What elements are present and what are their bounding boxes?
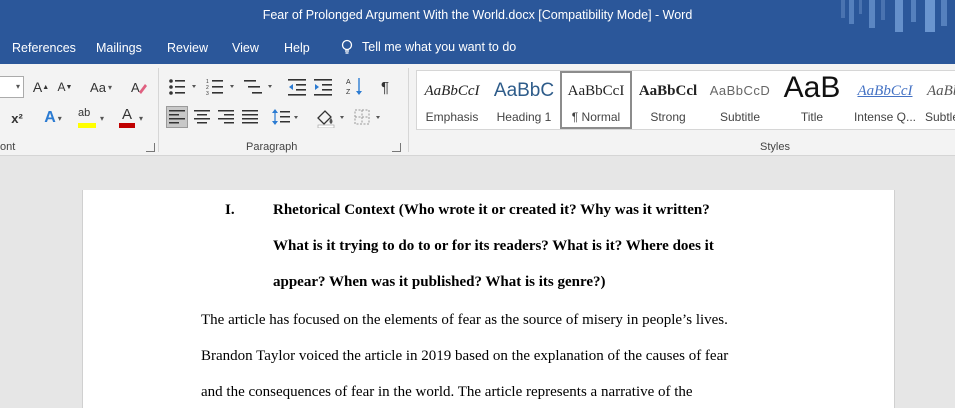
heading-number: I. [225,202,235,218]
increase-indent-button[interactable] [314,78,334,96]
svg-text:A: A [346,79,351,86]
highlighter-icon: ab [77,107,91,119]
align-left-button[interactable] [169,110,185,124]
svg-text:A: A [131,80,140,95]
styles-group-label: Styles [760,141,790,153]
heading-line: What is it trying to do to or for its re… [273,238,714,254]
group-separator [408,68,409,152]
font-color-button[interactable]: A ▾ [112,106,148,130]
font-size-dropdown[interactable]: ▾ [0,76,24,98]
shrink-font-button[interactable]: A ▼ [56,78,74,96]
title-bar-decoration [841,0,947,32]
style-strong[interactable]: AaBbCcl Strong [633,71,703,129]
style-subtitle[interactable]: AaBbCcD Subtitle [705,71,775,129]
change-case-button[interactable]: Aa ▾ [84,78,118,96]
chevron-down-icon: ▾ [15,82,20,91]
paragraph-dialog-launcher[interactable] [392,143,401,152]
text-effects-button[interactable]: A ▾ [38,108,68,128]
superscript-button[interactable]: x² [8,108,26,128]
font-color-icon: A [121,106,132,123]
justify-button[interactable] [242,110,258,124]
tab-review[interactable]: Review [167,41,208,55]
align-right-button[interactable] [218,110,234,124]
ribbon-tabs: References Mailings Review View Help Tel… [0,32,955,64]
heading-line: appear? When was it published? What is i… [273,274,606,290]
style-intense-quote[interactable]: AaBbCcI Intense Q... [849,71,921,129]
tab-view[interactable]: View [232,41,259,55]
highlight-button[interactable]: ab ▾ [72,106,108,130]
body-line: Brandon Taylor voiced the article in 201… [201,348,729,364]
numbering-button[interactable]: 1 2 3 [206,78,238,96]
title-bar: Fear of Prolonged Argument With the Worl… [0,0,955,32]
tell-me-text: Tell me what you want to do [362,40,517,54]
decrease-indent-button[interactable] [288,78,308,96]
borders-button[interactable] [354,108,386,126]
heading-line: Rhetorical Context (Who wrote it or crea… [273,202,710,218]
multilevel-list-button[interactable] [244,78,276,96]
shading-button[interactable] [316,108,348,128]
body-line: and the consequences of fear in the worl… [201,384,693,400]
clear-formatting-icon: A [131,80,147,95]
tab-help[interactable]: Help [284,41,310,55]
document-page[interactable]: I. Rhetorical Context (Who wrote it or c… [82,190,895,408]
svg-text:3: 3 [206,91,209,96]
clear-formatting-button[interactable]: A [128,77,150,97]
window-title: Fear of Prolonged Argument With the Worl… [262,8,693,22]
svg-text:Z: Z [346,89,351,96]
line-spacing-button[interactable] [272,108,302,126]
align-center-button[interactable] [194,110,210,124]
group-separator [158,68,159,152]
tab-references[interactable]: References [12,41,76,55]
tell-me-search[interactable]: Tell me what you want to do [340,39,516,55]
font-dialog-launcher[interactable] [146,143,155,152]
style-title[interactable]: AaB Title [777,71,847,129]
styles-gallery: AaBbCcI Emphasis AaBbC Heading 1 AaBbCcI… [416,70,955,130]
show-formatting-marks-button[interactable]: ¶ [376,78,394,96]
style-normal[interactable]: AaBbCcI ¶ Normal [560,71,632,129]
style-heading-1[interactable]: AaBbC Heading 1 [489,71,559,129]
lightbulb-icon [341,39,353,54]
bullets-button[interactable] [168,78,200,96]
paragraph-group-label: Paragraph [246,141,298,153]
style-emphasis[interactable]: AaBbCcI Emphasis [417,71,487,129]
tab-mailings[interactable]: Mailings [96,41,142,55]
style-subtle[interactable]: AaBb Subtle [923,71,955,129]
sort-button[interactable]: A Z [346,76,364,98]
highlight-color-bar [77,123,96,128]
font-group-label: ont [0,141,16,153]
text-effects-icon: A [44,109,56,126]
font-color-bar [118,123,135,128]
grow-font-button[interactable]: A ▲ [32,78,50,96]
body-line: The article has focused on the elements … [201,312,728,328]
